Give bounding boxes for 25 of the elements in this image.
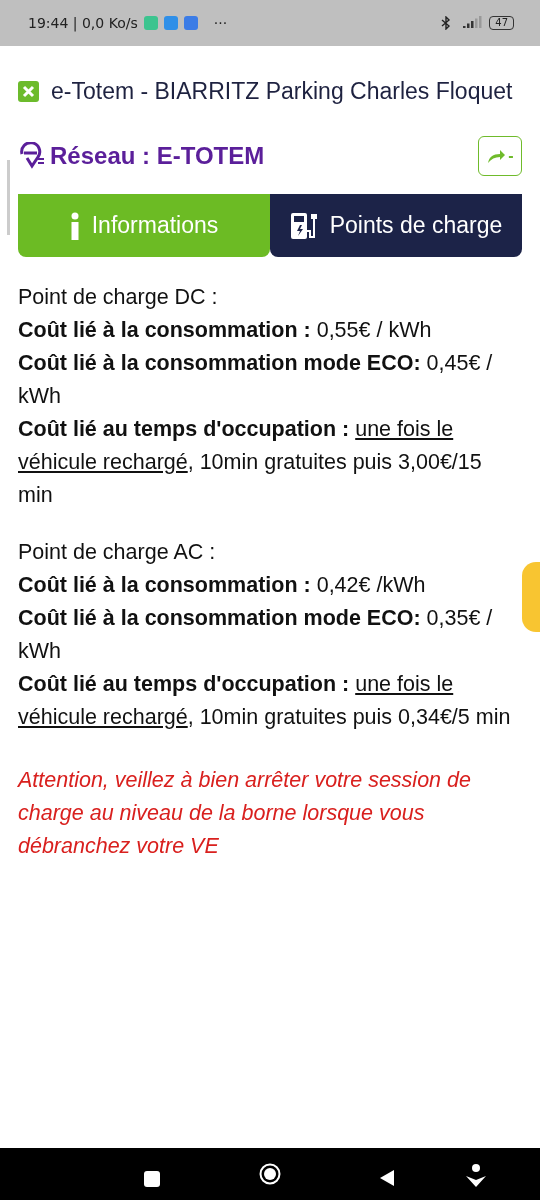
battery-icon: 47 [489,16,514,30]
tab[interactable]: Points de charge [270,194,522,257]
status-time: 19:44 | 0,0 Ko/s [28,15,138,31]
warning-text: Attention, veillez à bien arrêter votre session de charge au niveau de la borne lorsque vous débranchez votre VE [18,767,472,860]
share-button[interactable]: - [478,136,522,176]
price-line: Coût lié au temps d'occupation : une fois le véhicule rechargé, 10min gratuites puis 3,00€/15 min [18,416,483,509]
price-line: Coût lié à la consommation : 0,42€ /kWh [18,572,427,599]
info-icon [69,211,80,240]
page-title: e-Totem - BIARRITZ Parking Charles Floquet [51,77,513,105]
price-line: Coût lié au temps d'occupation : une fois le véhicule rechargé, 10min gratuites puis 0,34€/5 min [18,671,512,731]
price-line: Coût lié à la consommation : 0,55€ / kWh [18,317,433,344]
network-name: Réseau : E-TOTEM [50,142,265,170]
section-heading: Point de charge AC : [18,539,217,566]
back-icon[interactable] [379,1169,395,1187]
charging-station-icon [289,210,318,241]
bluetooth-icon [441,16,452,30]
side-handle[interactable] [522,562,540,632]
home-button-icon[interactable] [259,1163,281,1185]
section-heading: Point de charge DC : [18,284,219,311]
recents-icon[interactable] [144,1171,160,1187]
assistant-icon[interactable] [465,1164,487,1188]
tab[interactable]: Informations [18,194,270,257]
share-arrow-icon [486,148,507,164]
charging-pin-icon [18,142,46,170]
more-notifications: ··· [213,15,228,31]
